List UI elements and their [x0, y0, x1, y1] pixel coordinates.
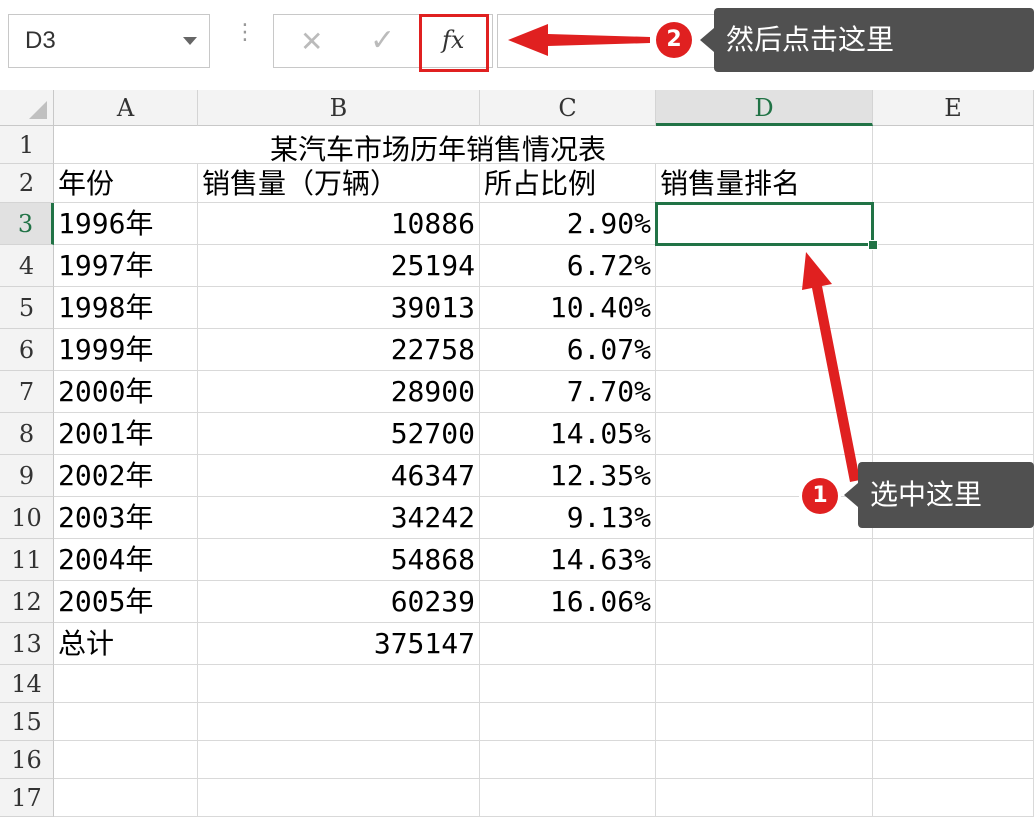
callout-pointer: [700, 28, 714, 52]
step-1-callout: 选中这里: [844, 462, 1034, 528]
step-2-callout: 然后点击这里: [700, 8, 1034, 72]
step-2-text: 然后点击这里: [726, 23, 895, 56]
annotation-arrows: [508, 24, 860, 482]
step-1-text: 选中这里: [870, 478, 983, 511]
step-2-badge: 2: [656, 22, 692, 58]
arrow-to-fx: [508, 24, 650, 56]
callout-pointer: [844, 483, 858, 507]
arrow-to-d3: [802, 252, 860, 482]
step-1-badge: 1: [802, 478, 838, 514]
